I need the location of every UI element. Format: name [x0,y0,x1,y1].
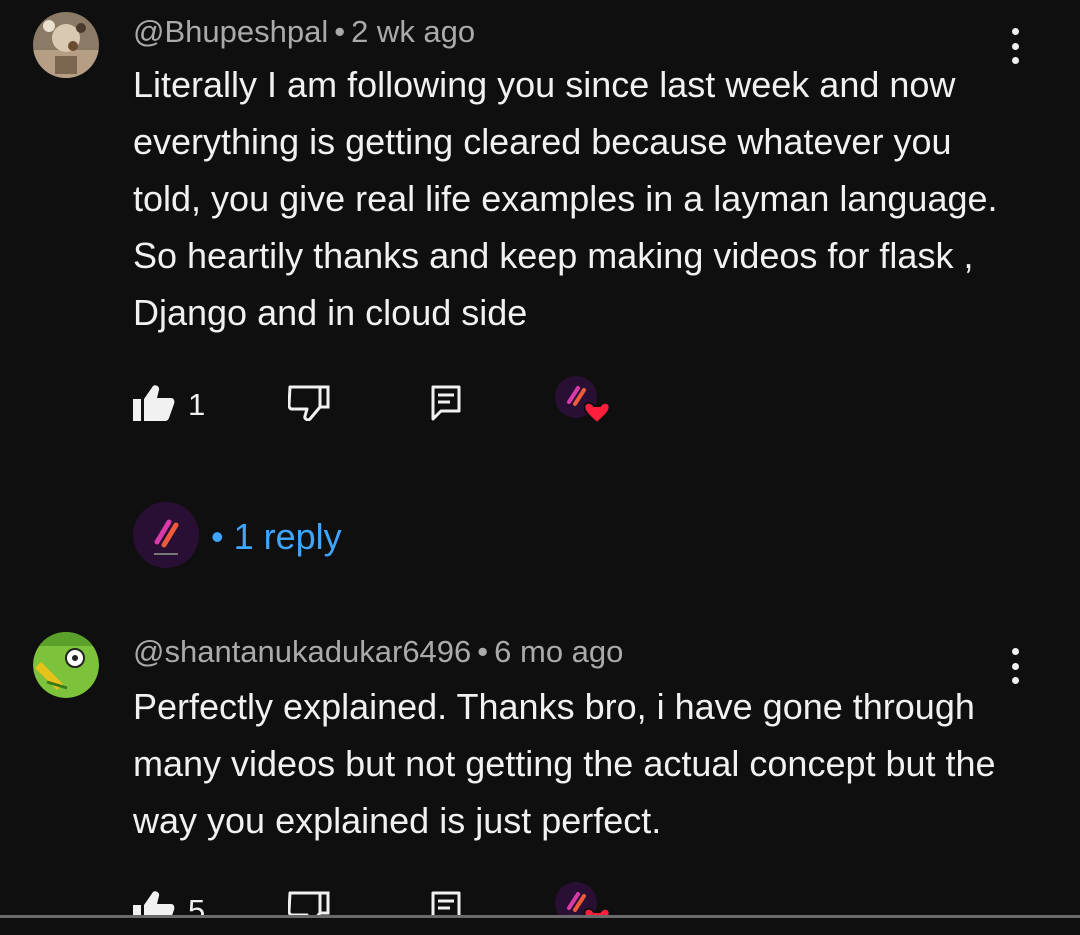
comment-meta: @Bhupeshpal • 2 wk ago [133,12,475,52]
creator-heart-icon [554,375,614,431]
comment-actions: 1 [133,376,633,431]
author-name[interactable]: @Bhupeshpal [133,14,328,49]
replies-label: 1 reply [233,516,342,557]
reply-button[interactable] [431,385,461,426]
meta-separator: • [477,634,489,669]
author-name[interactable]: @shantanukadukar6496 [133,634,471,669]
comment-time: 6 mo ago [494,634,624,669]
comment-meta: @shantanukadukar6496 • 6 mo ago [133,632,623,672]
avatar[interactable] [33,12,99,78]
comment-text: Perfectly explained. Thanks bro, i have … [133,686,996,841]
view-replies-button[interactable]: • 1 reply [133,502,533,568]
meta-separator: • [211,516,224,557]
comment-icon [431,385,461,421]
avatar[interactable] [33,632,99,698]
like-count: 1 [188,387,206,422]
thumb-up-filled-icon [133,385,175,421]
bottom-bar [0,918,1080,935]
like-button[interactable] [133,385,175,426]
meta-separator: • [334,14,346,49]
dislike-button[interactable] [287,385,330,426]
comments-page: @Bhupeshpal • 2 wk ago Literally I am foll… [0,0,1080,935]
comment-text: Literally I am following you since last … [133,64,998,333]
thumb-down-outline-icon [287,385,330,422]
creator-avatar-icon [133,502,199,568]
comment-time: 2 wk ago [351,14,476,49]
